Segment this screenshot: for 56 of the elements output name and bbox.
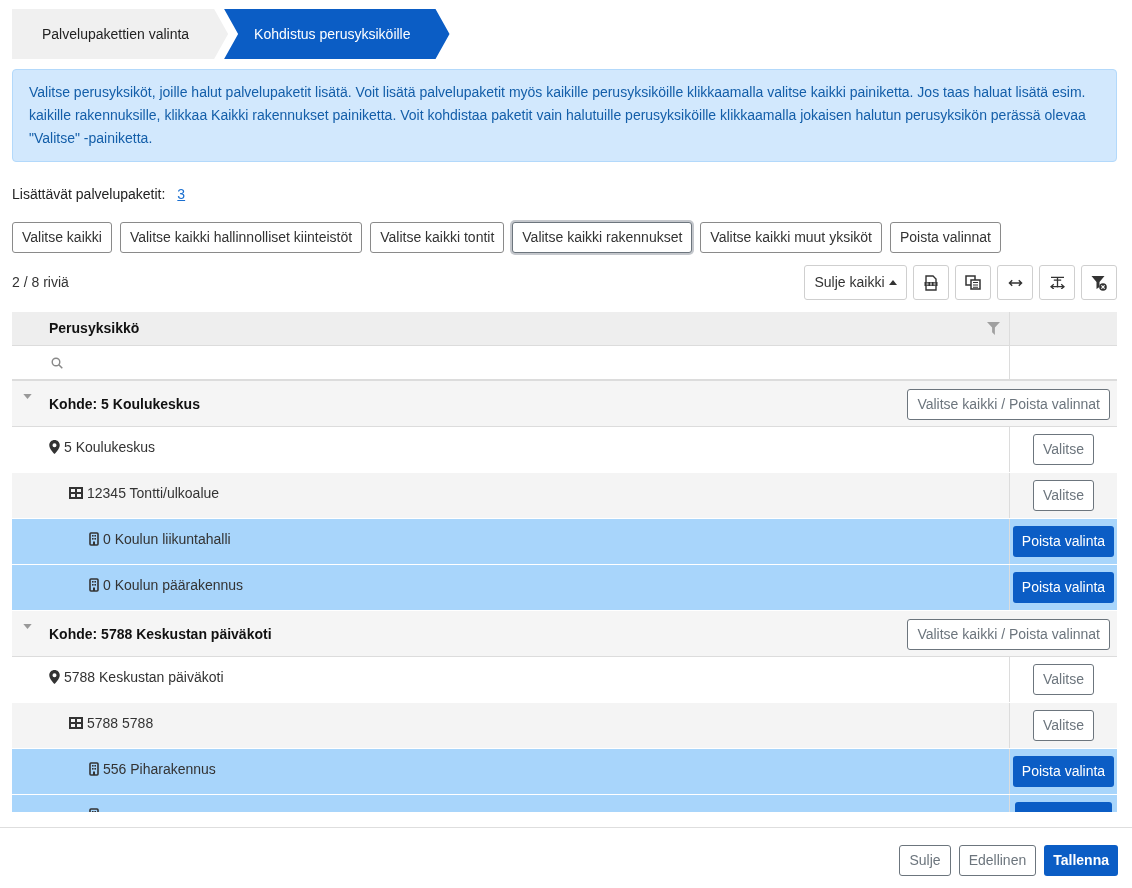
export-button[interactable] bbox=[913, 265, 949, 300]
collapse-all-button[interactable]: Sulje kaikki bbox=[804, 265, 907, 300]
select-all-group-button[interactable]: Valitse kaikki / Poista valinnat bbox=[907, 619, 1110, 650]
group-title: Kohde: 5788 Keskustan päiväkoti bbox=[49, 625, 273, 643]
info-message: Valitse perusyksiköt, joille halut palvelupaketit lisätä. Voit lisätä palvelupaketit myös kaikille perusyksiköille klikkaamalla valitse kaikki painiketta. Jos taas haluat lisätä esim. kaikille rakennuksille, klikkaa Kaikki rakennukset painiketta. Voit kohdistaa paketit vain halutuille perusyksiköille klikkaamalla jokaisen halutun perusyksikön perässä olevaa "Valitse" -painiketta. bbox=[12, 69, 1117, 162]
building-icon bbox=[89, 578, 99, 592]
column-header[interactable]: Perusyksikkö bbox=[49, 318, 987, 339]
unit-name: 556 Piharakennus bbox=[103, 760, 216, 778]
filter-clear-icon bbox=[1091, 274, 1107, 291]
grid-icon bbox=[69, 717, 83, 729]
clear-filters-button[interactable] bbox=[1081, 265, 1117, 300]
deselect-button[interactable]: Poista valinta bbox=[1012, 756, 1115, 787]
select-button[interactable]: Valitse bbox=[1033, 480, 1094, 511]
footer-button[interactable]: Sulje bbox=[899, 845, 951, 876]
select-button[interactable]: Valitse bbox=[1033, 664, 1094, 695]
grid-icon bbox=[69, 487, 83, 499]
bulk-select-button[interactable]: Valitse kaikki hallinnolliset kiinteistöt bbox=[119, 222, 363, 253]
unit-name: 0 Koulun liikuntahalli bbox=[103, 530, 231, 548]
bulk-select-button[interactable]: Valitse kaikki rakennukset bbox=[512, 222, 693, 253]
caret-up-icon bbox=[888, 280, 897, 285]
row-count: 2 / 8 riviä bbox=[12, 273, 70, 292]
building-icon bbox=[89, 762, 99, 776]
map-pin-icon bbox=[49, 440, 60, 454]
caret-icon[interactable] bbox=[23, 624, 32, 629]
bulk-select-button[interactable]: Valitse kaikki bbox=[12, 222, 112, 253]
map-pin-icon bbox=[49, 670, 60, 684]
select-button[interactable]: Valitse bbox=[1033, 434, 1094, 465]
search-icon bbox=[51, 356, 63, 369]
unit-name: 0 Koulun päärakennus bbox=[103, 576, 244, 594]
unit-name: 5788 5788 bbox=[87, 714, 154, 732]
wizard-step[interactable]: Kohdistus perusyksiköille bbox=[224, 9, 450, 59]
deselect-button[interactable]: Poista valinta bbox=[1012, 526, 1115, 557]
unit-name: 5 Koulukeskus bbox=[64, 438, 156, 456]
columns-button[interactable] bbox=[955, 265, 991, 300]
unit-name: 5788 Keskustan päiväkoti bbox=[64, 668, 224, 686]
bulk-select-button[interactable]: Valitse kaikki muut yksiköt bbox=[700, 222, 882, 253]
columns-icon bbox=[965, 275, 981, 290]
expand-width-button[interactable] bbox=[997, 265, 1033, 300]
packages-label: Lisättävät palvelupaketit: bbox=[12, 184, 166, 204]
horizontal-arrows-icon bbox=[1007, 278, 1023, 287]
packages-count-link[interactable]: 3 bbox=[177, 183, 186, 205]
footer-button[interactable]: Edellinen bbox=[958, 845, 1037, 876]
select-all-group-button[interactable]: Valitse kaikki / Poista valinnat bbox=[907, 389, 1110, 420]
caret-icon[interactable] bbox=[23, 394, 32, 399]
save-button[interactable]: Tallenna bbox=[1044, 845, 1118, 876]
wizard-step[interactable]: Palvelupakettien valinta bbox=[12, 9, 229, 59]
bulk-select-button[interactable]: Poista valinnat bbox=[889, 222, 1001, 253]
bulk-select-button[interactable]: Valitse kaikki tontit bbox=[370, 222, 505, 253]
group-title: Kohde: 5 Koulukeskus bbox=[49, 395, 201, 413]
fit-columns-button[interactable] bbox=[1039, 265, 1075, 300]
building-icon bbox=[89, 532, 99, 546]
unit-name: 12345 Tontti/ulkoalue bbox=[87, 484, 220, 502]
fit-width-icon bbox=[1049, 276, 1065, 289]
select-button[interactable]: Valitse bbox=[1033, 710, 1094, 741]
deselect-button[interactable]: Poista valinta bbox=[1012, 572, 1115, 603]
file-icon bbox=[924, 274, 938, 291]
